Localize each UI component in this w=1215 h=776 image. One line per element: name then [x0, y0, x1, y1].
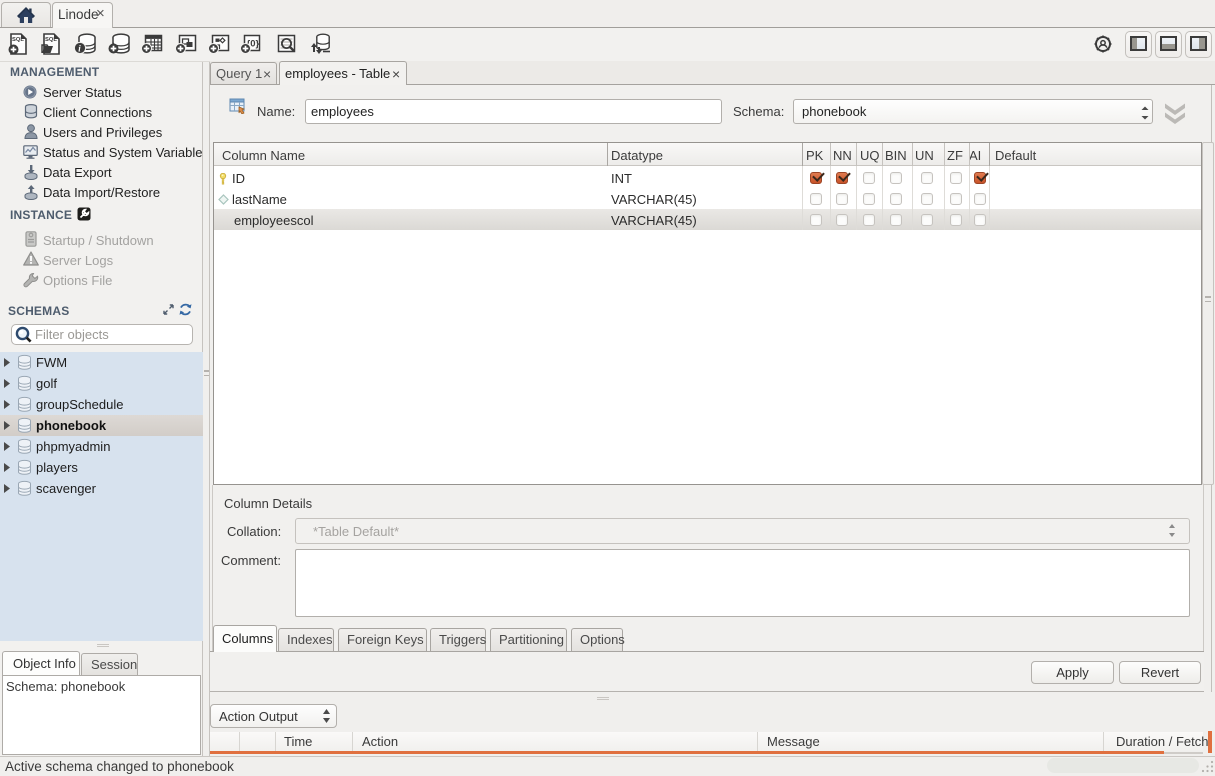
svg-text:SQL: SQL — [12, 37, 24, 43]
svg-text:SQL: SQL — [45, 37, 57, 43]
